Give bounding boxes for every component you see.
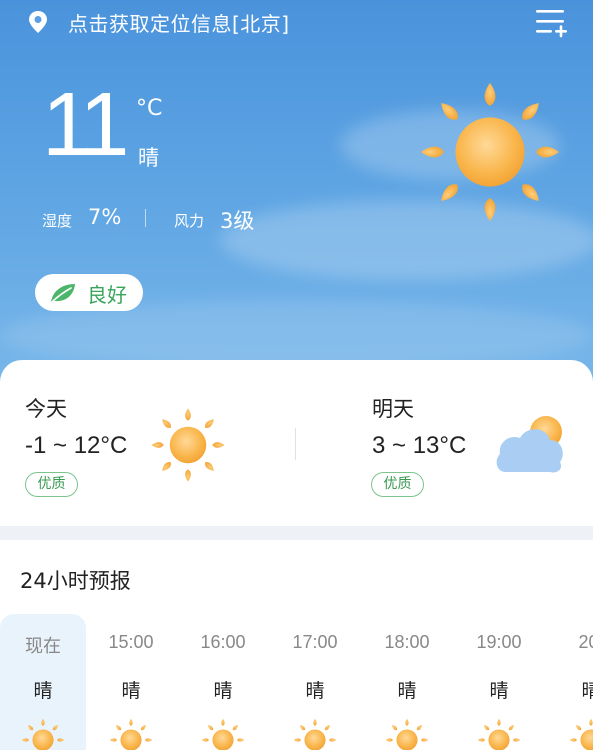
sun-icon (477, 718, 521, 750)
air-quality-text: 良好 (87, 283, 127, 307)
hour-condition: 晴 (489, 680, 509, 702)
hour-time: 现在 (25, 636, 61, 656)
sun-icon (21, 718, 65, 750)
hour-time: 19:00 (476, 632, 522, 652)
hourly-item[interactable]: 现在 晴 (0, 614, 86, 750)
humidity-label: 湿度 (42, 212, 73, 230)
hourly-item[interactable]: 20: 晴 (548, 614, 593, 750)
hourly-item[interactable]: 15:00 晴 (88, 614, 174, 750)
humidity-value: 7% (88, 205, 122, 229)
daily-divider (295, 428, 296, 460)
hour-time: 15:00 (108, 632, 154, 652)
hourly-item[interactable]: 19:00 晴 (456, 614, 542, 750)
hour-condition: 晴 (121, 680, 141, 702)
air-quality-badge[interactable]: 良好 (35, 274, 143, 311)
hour-time: 20: (578, 632, 593, 652)
sun-icon (201, 718, 245, 750)
hourly-item[interactable]: 18:00 晴 (364, 614, 450, 750)
sun-icon (569, 718, 593, 750)
location-text[interactable]: 点击获取定位信息[北京] (68, 8, 290, 37)
hour-time: 17:00 (292, 632, 338, 652)
top-bar: 点击获取定位信息[北京] (0, 0, 593, 44)
sun-icon (109, 718, 153, 750)
sun-icon (150, 407, 226, 483)
tomorrow-range: 3 ~ 13°C (372, 432, 467, 459)
hourly-forecast-title: 24小时预报 (20, 569, 131, 593)
hour-condition: 晴 (213, 680, 233, 702)
tomorrow-label: 明天 (372, 397, 414, 421)
hourly-item[interactable]: 17:00 晴 (272, 614, 358, 750)
leaf-icon (51, 284, 75, 303)
today-range: -1 ~ 12°C (25, 432, 128, 459)
stat-divider (145, 209, 146, 227)
hour-time: 18:00 (384, 632, 430, 652)
sun-icon (293, 718, 337, 750)
today-quality-badge: 优质 (25, 472, 78, 497)
hourly-item-clip: 20: 晴 (548, 614, 593, 750)
current-temperature: 11 (42, 75, 129, 175)
hour-time: 16:00 (200, 632, 246, 652)
add-city-menu-icon[interactable] (534, 6, 568, 38)
cloudy-icon (496, 416, 563, 473)
sun-icon (418, 80, 562, 224)
location-pin-icon[interactable] (28, 10, 48, 34)
hour-condition: 晴 (33, 680, 53, 702)
temperature-unit: °C (136, 96, 163, 121)
sun-icon (385, 718, 429, 750)
hour-condition: 晴 (397, 680, 417, 702)
tomorrow-quality-badge: 优质 (371, 472, 424, 497)
today-label: 今天 (25, 397, 67, 421)
hourly-item[interactable]: 16:00 晴 (180, 614, 266, 750)
wind-label: 风力 (174, 212, 205, 230)
wind-value: 3级 (220, 209, 255, 233)
hour-condition: 晴 (581, 680, 593, 702)
current-condition: 晴 (138, 146, 159, 170)
hour-condition: 晴 (305, 680, 325, 702)
